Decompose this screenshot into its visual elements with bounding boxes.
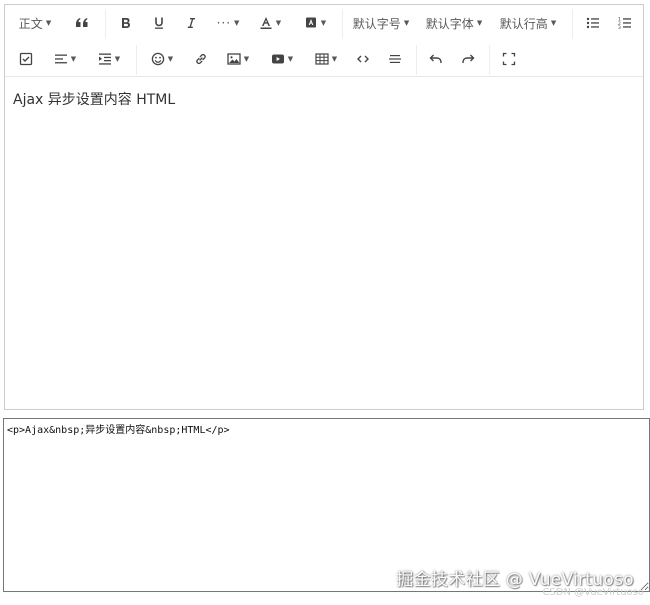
more-styles-button[interactable]: ··· ▼ [211,5,245,41]
line-height-select[interactable]: 默认行高 ▼ [498,5,558,41]
video-button[interactable]: ▼ [265,41,299,77]
heading-select-label: 正文 [18,16,43,31]
font-family-select[interactable]: 默认字体 ▼ [424,5,484,41]
code-icon [357,55,369,63]
editor-toolbar: 正文 ▼ ··· ▼ ▼ ▼ 默认字号 ▼ 默认字体 ▼ 默认行高 ▼ 1 2 … [5,5,643,77]
font-size-select[interactable]: 默认字号 ▼ [351,5,411,41]
editor-paragraph[interactable]: Ajax 异步设置内容 HTML [13,89,635,109]
chevron-down-icon: ▼ [167,55,174,63]
chevron-down-icon: ▼ [403,19,410,27]
csdn-watermark: CSDN @VueVirtuoso [542,587,644,598]
undo-icon [429,54,442,63]
more-icon: ··· [216,16,232,30]
code-button[interactable] [348,41,378,77]
link-icon [196,53,206,65]
svg-text:3: 3 [618,25,621,30]
numbered-list-button[interactable]: 123 [610,5,640,41]
chevron-down-icon: ▼ [45,19,52,27]
toolbar-divider [489,45,490,75]
image-button[interactable]: ▼ [221,41,255,77]
rich-text-editor: 正文 ▼ ··· ▼ ▼ ▼ 默认字号 ▼ 默认字体 ▼ 默认行高 ▼ 1 2 … [4,4,644,410]
todo-checkbox-icon [19,52,33,66]
italic-icon [187,18,195,28]
chevron-down-icon: ▼ [70,55,77,63]
video-icon [271,54,284,64]
bold-button[interactable] [111,5,141,41]
chevron-down-icon: ▼ [331,55,338,63]
fullscreen-icon [502,52,516,66]
toolbar-divider [342,9,343,39]
todo-button[interactable] [11,41,41,77]
undo-button[interactable] [421,41,451,77]
heading-select[interactable]: 正文 ▼ [15,5,55,41]
toolbar-divider [105,9,106,39]
indent-button[interactable]: ▼ [91,41,127,77]
justify-icon [54,54,67,64]
bold-icon [122,18,130,28]
underline-icon [155,17,163,29]
chevron-down-icon: ▼ [275,19,282,27]
font-size-label: 默认字号 [352,16,401,31]
chevron-down-icon: ▼ [234,19,240,27]
bulleted-list-icon [586,17,599,29]
font-color-icon [260,17,272,29]
background-color-icon [305,17,316,28]
line-height-label: 默认行高 [499,16,548,31]
table-button[interactable]: ▼ [309,41,343,77]
toolbar-divider [136,45,137,75]
table-icon [315,53,329,65]
chevron-down-icon: ▼ [243,55,250,63]
divider-button[interactable] [380,41,410,77]
toolbar-divider [572,9,573,39]
editor-content-area[interactable]: Ajax 异步设置内容 HTML [5,77,643,409]
numbered-list-icon: 123 [618,17,631,30]
underline-button[interactable] [144,5,174,41]
link-button[interactable] [186,41,216,77]
bulleted-list-button[interactable] [578,5,608,41]
quote-icon [76,18,88,27]
redo-icon [462,54,475,63]
justify-button[interactable]: ▼ [47,41,83,77]
fullscreen-button[interactable] [494,41,524,77]
chevron-down-icon: ▼ [114,55,121,63]
font-color-button[interactable]: ▼ [255,5,285,41]
italic-button[interactable] [176,5,206,41]
toolbar-divider [416,45,417,75]
chevron-down-icon: ▼ [550,19,557,27]
chevron-down-icon: ▼ [287,55,294,63]
quote-button[interactable] [67,5,97,41]
font-family-label: 默认字体 [425,16,474,31]
emotion-button[interactable]: ▼ [145,41,179,77]
indent-icon [98,53,111,65]
chevron-down-icon: ▼ [476,19,483,27]
redo-button[interactable] [453,41,483,77]
chevron-down-icon: ▼ [320,19,327,27]
background-color-button[interactable]: ▼ [300,5,330,41]
divider-icon [389,55,401,63]
emotion-icon [151,52,165,66]
image-icon [227,53,241,65]
